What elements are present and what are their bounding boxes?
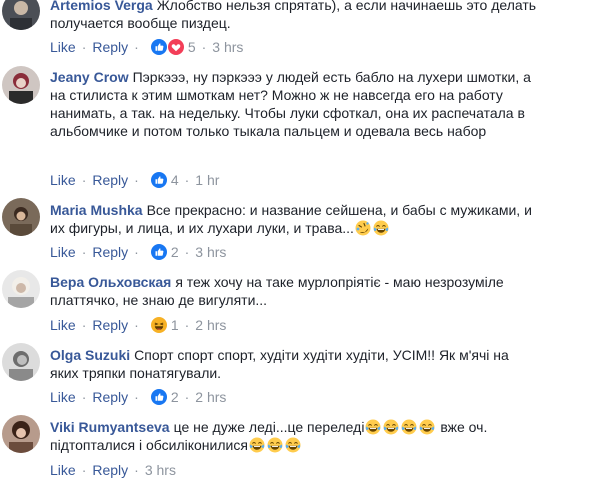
- joy-emoji-icon: [373, 220, 389, 236]
- separator: ·: [81, 389, 87, 405]
- comment-text: це не дуже леді...це переледі: [173, 419, 365, 435]
- haha-icon: [151, 317, 167, 333]
- comment-actions: Like · Reply · 1 · 2 hrs: [50, 317, 226, 333]
- comment-timestamp[interactable]: 3 hrs: [212, 39, 243, 55]
- comment-body: Olga Suzuki Спорт спорт спорт, худіти худ…: [50, 346, 540, 382]
- joy-emoji-icon: [383, 419, 399, 435]
- comment-author[interactable]: Jeany Crow: [50, 69, 129, 85]
- avatar[interactable]: [2, 0, 40, 30]
- separator: ·: [134, 462, 139, 478]
- comment-author[interactable]: Maria Mushka: [50, 202, 143, 218]
- separator: ·: [184, 317, 190, 333]
- avatar[interactable]: [2, 343, 40, 381]
- reply-button[interactable]: Reply: [92, 389, 128, 405]
- comment-actions: Like · Reply · 2 · 2 hrs: [50, 389, 226, 405]
- avatar[interactable]: [2, 270, 40, 308]
- reaction-summary[interactable]: 2: [151, 389, 179, 405]
- separator: ·: [184, 172, 190, 188]
- reaction-count: 1: [170, 317, 179, 333]
- joy-emoji-icon: [267, 437, 283, 453]
- like-button[interactable]: Like: [50, 389, 76, 405]
- comment-actions: Like · Reply · 4 · 1 hr: [50, 172, 219, 188]
- reply-button[interactable]: Reply: [92, 462, 128, 478]
- comment-actions: Like · Reply · 5 · 3 hrs: [50, 39, 243, 55]
- reaction-count: 2: [170, 389, 179, 405]
- like-icon: [151, 244, 167, 260]
- comment-actions: Like · Reply · 2 · 3 hrs: [50, 244, 226, 260]
- avatar[interactable]: [2, 198, 40, 236]
- reaction-count: 5: [187, 39, 196, 55]
- joy-emoji-icon: [285, 437, 301, 453]
- comment-author[interactable]: Artemios Verga: [50, 0, 153, 13]
- like-icon: [151, 172, 167, 188]
- comment-body: Artemios Verga Жлобство нельзя спрятать),…: [50, 0, 540, 32]
- like-button[interactable]: Like: [50, 244, 76, 260]
- separator: ·: [184, 244, 190, 260]
- separator: ·: [134, 317, 139, 333]
- reaction-summary[interactable]: 5: [151, 39, 196, 55]
- separator: ·: [81, 244, 87, 260]
- separator: ·: [134, 389, 139, 405]
- avatar[interactable]: [2, 66, 40, 104]
- avatar[interactable]: [2, 415, 40, 453]
- like-button[interactable]: Like: [50, 172, 76, 188]
- like-icon: [151, 39, 167, 55]
- comment-body: Вера Ольховская я теж хочу на таке мурлоп…: [50, 273, 540, 309]
- comment-body: Jeany Crow Пэркэээ, ну пэркэээ у людей ес…: [50, 68, 540, 140]
- comment-timestamp[interactable]: 3 hrs: [145, 462, 176, 478]
- reply-button[interactable]: Reply: [92, 172, 128, 188]
- rofl-emoji-icon: [355, 220, 371, 236]
- love-icon: [168, 39, 184, 55]
- separator: ·: [201, 39, 207, 55]
- separator: ·: [184, 389, 190, 405]
- like-icon: [151, 389, 167, 405]
- reaction-summary[interactable]: 4: [151, 172, 179, 188]
- comment-author[interactable]: Viki Rumyantseva: [50, 419, 170, 435]
- joy-emoji-icon: [419, 419, 435, 435]
- joy-emoji-icon: [365, 419, 381, 435]
- reaction-count: 4: [170, 172, 179, 188]
- comment-author[interactable]: Olga Suzuki: [50, 347, 130, 363]
- comment-timestamp[interactable]: 2 hrs: [195, 317, 226, 333]
- comment-actions: Like · Reply · 3 hrs: [50, 462, 176, 478]
- separator: ·: [81, 462, 87, 478]
- like-button[interactable]: Like: [50, 39, 76, 55]
- comment-timestamp[interactable]: 2 hrs: [195, 389, 226, 405]
- reaction-summary[interactable]: 1: [151, 317, 179, 333]
- reaction-summary[interactable]: 2: [151, 244, 179, 260]
- reaction-count: 2: [170, 244, 179, 260]
- like-button[interactable]: Like: [50, 462, 76, 478]
- comment-author[interactable]: Вера Ольховская: [50, 274, 171, 290]
- comment-timestamp[interactable]: 1 hr: [195, 172, 219, 188]
- joy-emoji-icon: [401, 419, 417, 435]
- reply-button[interactable]: Reply: [92, 244, 128, 260]
- separator: ·: [81, 317, 87, 333]
- reply-button[interactable]: Reply: [92, 39, 128, 55]
- like-button[interactable]: Like: [50, 317, 76, 333]
- separator: ·: [134, 244, 139, 260]
- separator: ·: [134, 172, 139, 188]
- reply-button[interactable]: Reply: [92, 317, 128, 333]
- joy-emoji-icon: [249, 437, 265, 453]
- separator: ·: [81, 39, 87, 55]
- comment-body: Viki Rumyantseva це не дуже леді...це пер…: [50, 418, 540, 454]
- comment-timestamp[interactable]: 3 hrs: [195, 244, 226, 260]
- comment-body: Maria Mushka Все прекрасно: и название се…: [50, 201, 540, 237]
- separator: ·: [81, 172, 87, 188]
- separator: ·: [134, 39, 139, 55]
